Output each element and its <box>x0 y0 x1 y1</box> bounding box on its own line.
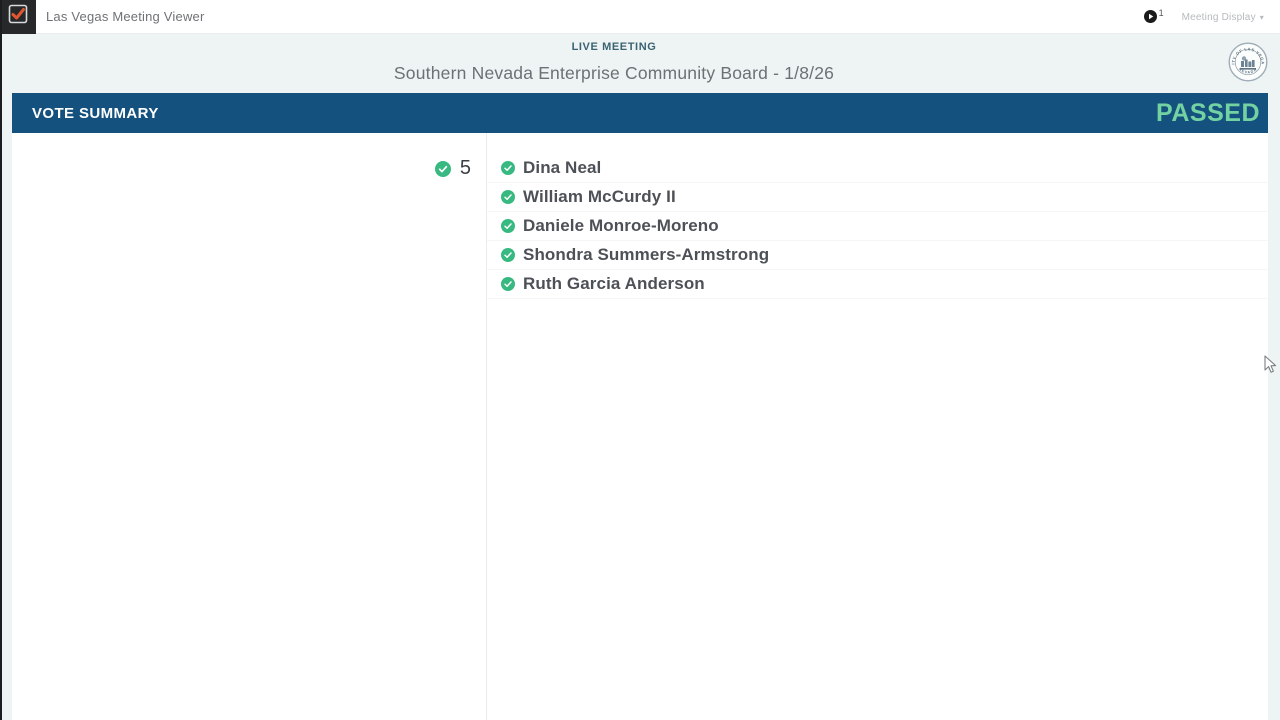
meeting-header: LIVE MEETING Southern Nevada Enterprise … <box>0 34 1280 93</box>
voter-name: Shondra Summers-Armstrong <box>523 245 770 264</box>
voter-row: William McCurdy II <box>487 183 1268 212</box>
yes-vote-check-icon <box>501 219 515 233</box>
city-of-las-vegas-seal: CITY OF LAS VEGAS NEVADA <box>1226 38 1268 82</box>
yes-vote-check-icon <box>501 161 515 175</box>
vote-result-badge: PASSED <box>1156 98 1260 127</box>
voter-row: Daniele Monroe-Moreno <box>487 212 1268 241</box>
app-title: Las Vegas Meeting Viewer <box>46 9 205 24</box>
mouse-cursor <box>1264 355 1277 379</box>
viewer-count: 1 <box>1158 7 1164 18</box>
voter-name: Dina Neal <box>523 158 602 177</box>
vote-summary-title: VOTE SUMMARY <box>32 104 159 122</box>
meeting-title: Southern Nevada Enterprise Community Boa… <box>393 63 835 83</box>
voter-name: Daniele Monroe-Moreno <box>523 216 719 235</box>
yes-vote-check-icon <box>501 248 515 262</box>
meeting-display-selector[interactable]: Meeting Display ▾ <box>1182 12 1264 23</box>
yes-vote-check-icon <box>501 277 515 291</box>
yes-count-row: 5 <box>12 154 486 183</box>
voters-list: Dina Neal William McCurdy II Daniele Mon… <box>487 133 1268 720</box>
voter-row: Shondra Summers-Armstrong <box>487 241 1268 270</box>
voter-row: Ruth Garcia Anderson <box>487 270 1268 299</box>
play-circle-icon <box>1143 9 1157 28</box>
vote-summary-header: VOTE SUMMARY PASSED <box>12 93 1268 133</box>
chevron-down-icon: ▾ <box>1259 12 1264 22</box>
checkbox-logo-icon <box>8 4 28 29</box>
meeting-display-label: Meeting Display <box>1181 11 1256 23</box>
vote-summary-body: 5 Dina Neal William McCurdy II Daniele M… <box>12 133 1268 720</box>
live-meeting-badge: LIVE MEETING <box>571 41 657 53</box>
voter-name: Ruth Garcia Anderson <box>523 274 705 293</box>
app-logo-button[interactable] <box>0 0 36 34</box>
voter-row: Dina Neal <box>487 154 1268 183</box>
vote-summary-card: VOTE SUMMARY PASSED 5 Dina Neal William … <box>12 93 1268 720</box>
app-header: Las Vegas Meeting Viewer 1 Meeting Displ… <box>0 0 1280 34</box>
voter-name: William McCurdy II <box>523 187 676 206</box>
yes-count-value: 5 <box>459 157 471 179</box>
vote-count-column: 5 <box>12 133 487 720</box>
stream-status[interactable]: 1 <box>1143 7 1164 28</box>
screen-left-edge <box>0 0 2 720</box>
yes-vote-check-icon <box>501 190 515 204</box>
yes-count-check-icon <box>434 160 451 177</box>
